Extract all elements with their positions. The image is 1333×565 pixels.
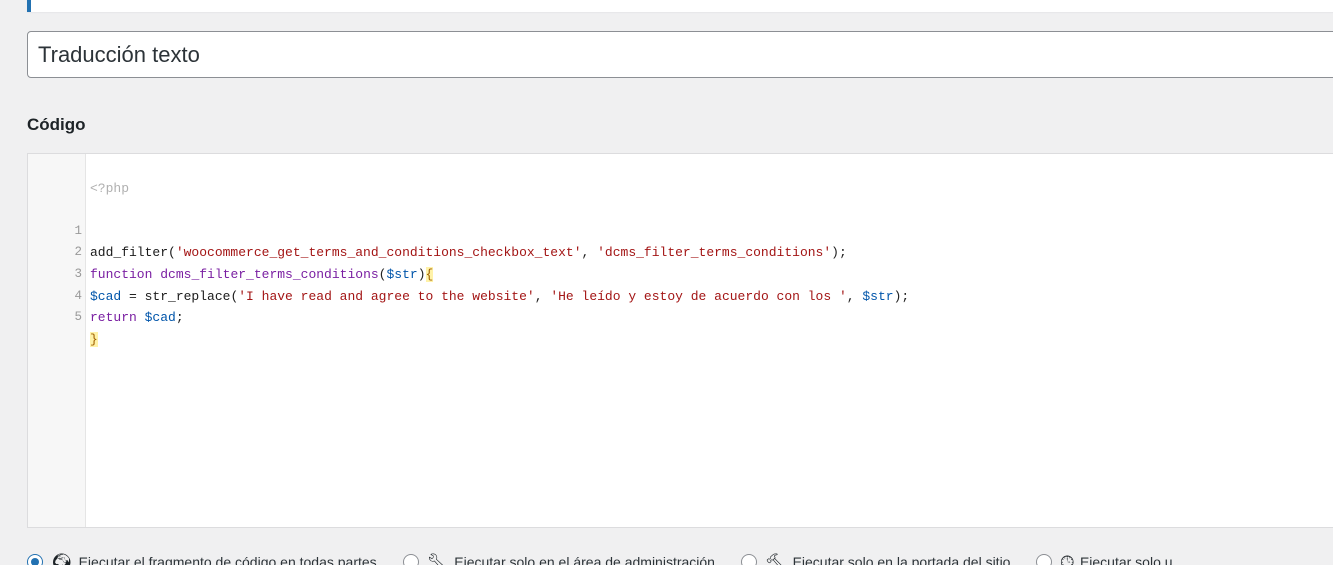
code-lines: <?php 1 add_filter('woocommerce_get_term… [28,156,1333,347]
scope-option-everywhere[interactable]: 🌍︎ Ejecutar el fragmento de código en to… [27,554,377,565]
code-text: return $cad; [90,310,184,326]
clock-icon: 🕒︎ [1060,552,1074,565]
notice-box [27,0,1333,12]
code-section-label: Código [27,115,86,134]
code-editor[interactable]: <?php 1 add_filter('woocommerce_get_term… [27,153,1333,528]
code-line-php-open: <?php [28,156,1333,196]
globe-icon: 🌍︎ [51,552,73,565]
code-line: 3 $cad = str_replace('I have read and ag… [28,242,1333,304]
scope-option-label: Ejecutar solo u [1079,554,1173,565]
line-number: 5 [74,310,82,325]
code-line: 2 function dcms_filter_terms_conditions(… [28,221,1333,282]
code-line: 1 add_filter('woocommerce_get_terms_and_… [28,199,1333,261]
scope-option-once[interactable]: 🕒︎ Ejecutar solo u [1036,552,1173,565]
radio-button[interactable] [1036,554,1053,565]
scope-options: 🌍︎ Ejecutar el fragmento de código en to… [27,550,1199,565]
snippet-title-input[interactable] [27,31,1333,78]
radio-button[interactable] [402,554,419,565]
hammer-icon: 🔨︎ [764,552,787,565]
code-line: 5 } [28,286,1333,347]
scope-option-label: Ejecutar el fragmento de código en todas… [78,554,377,565]
code-line: 4 return $cad; [28,264,1333,326]
radio-button[interactable] [740,554,757,565]
scope-option-admin[interactable]: 🔧︎ Ejecutar solo en el área de administr… [402,552,715,565]
scope-option-label: Ejecutar solo en la portada del sitio [792,554,1011,565]
radio-button-checked[interactable] [27,554,43,565]
scope-option-label: Ejecutar solo en el área de administraci… [454,554,715,565]
wrench-icon: 🔧︎ [426,552,449,565]
scope-option-frontend[interactable]: 🔨︎ Ejecutar solo en la portada del sitio [740,552,1011,565]
code-text: } [90,331,98,347]
